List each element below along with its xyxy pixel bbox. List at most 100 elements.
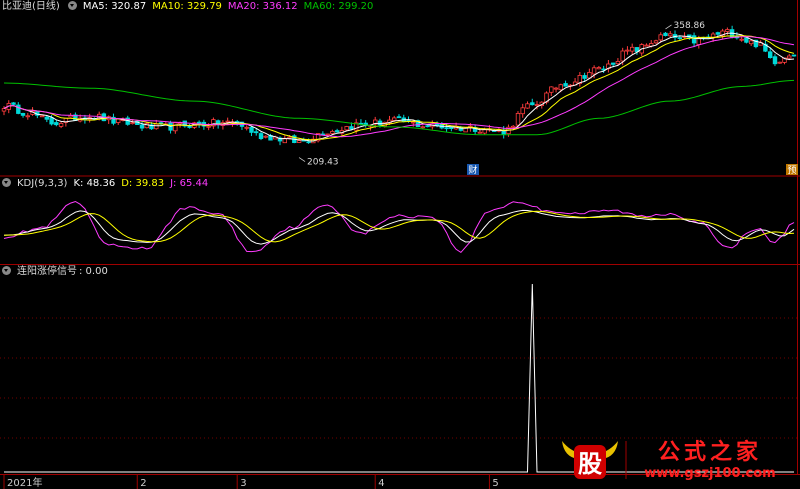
candle-body bbox=[249, 127, 254, 133]
candle-body bbox=[553, 87, 559, 90]
candle-body bbox=[696, 37, 701, 45]
candle-body bbox=[334, 130, 340, 133]
candle-body bbox=[154, 123, 159, 130]
candle-body bbox=[225, 120, 230, 123]
candle-body bbox=[591, 67, 597, 75]
candle-body bbox=[296, 140, 302, 143]
ma5-line bbox=[3, 32, 795, 142]
candle-body bbox=[44, 116, 49, 120]
j-line bbox=[3, 200, 795, 254]
collapse-icon[interactable] bbox=[2, 266, 11, 275]
candle-body bbox=[787, 55, 792, 59]
candle-body bbox=[244, 126, 249, 129]
candle-body bbox=[449, 126, 454, 130]
signal-title: 连阳涨停信号 bbox=[17, 266, 77, 277]
candle-body bbox=[253, 131, 259, 134]
candle-body bbox=[130, 122, 135, 125]
candle-body bbox=[558, 84, 563, 91]
candle-body bbox=[411, 121, 416, 124]
candle-body bbox=[444, 127, 449, 130]
x-tick-label: 2 bbox=[140, 478, 146, 489]
candle-body bbox=[11, 102, 16, 105]
kdj-title: KDJ(9,3,3) bbox=[17, 178, 68, 189]
candle-body bbox=[173, 122, 178, 132]
candle-body bbox=[596, 67, 602, 70]
x-tick-label: 2021年 bbox=[7, 476, 42, 489]
candle-body bbox=[644, 44, 649, 47]
candle-body bbox=[482, 129, 487, 134]
candle-body bbox=[206, 125, 211, 128]
candle-body bbox=[615, 61, 621, 65]
candle-body bbox=[20, 113, 26, 116]
annotation-label: 209.43 bbox=[307, 158, 339, 168]
marker-yu: 预 bbox=[787, 165, 796, 176]
d-line bbox=[3, 210, 795, 243]
d-label: D: 39.83 bbox=[121, 178, 165, 189]
candle-body bbox=[391, 117, 397, 121]
candle-body bbox=[677, 37, 682, 39]
candle-body bbox=[534, 104, 540, 106]
candle-body bbox=[396, 116, 402, 119]
signal-value: : 0.00 bbox=[79, 266, 108, 277]
candle-body bbox=[349, 126, 354, 130]
candle-body bbox=[263, 135, 268, 138]
annotation-label: 358.86 bbox=[674, 21, 706, 31]
candle-body bbox=[525, 103, 530, 109]
candle-body bbox=[791, 54, 797, 57]
marker-cai: 财 bbox=[468, 164, 477, 176]
candle-body bbox=[530, 102, 535, 106]
x-tick-label: 3 bbox=[240, 478, 246, 489]
candle-body bbox=[582, 75, 587, 79]
ma5-label: MA5: 320.87 bbox=[82, 1, 147, 12]
candle-body bbox=[772, 56, 778, 65]
ma60-line bbox=[3, 79, 795, 136]
candle-body bbox=[620, 50, 625, 62]
x-tick-label: 4 bbox=[378, 478, 384, 489]
price-title: 比亚迪(日线) bbox=[2, 1, 60, 12]
x-tick-label: 5 bbox=[492, 478, 498, 489]
candle-body bbox=[1, 108, 7, 112]
k-line bbox=[3, 209, 795, 245]
kdj-lines bbox=[3, 200, 795, 254]
candle-body bbox=[16, 104, 21, 114]
ma20-label: MA20: 336.12 bbox=[227, 1, 298, 12]
watermark-logo: 股 公式之家 www.gszj100.com bbox=[562, 439, 776, 481]
candle-body bbox=[725, 29, 730, 32]
candle-body bbox=[139, 124, 145, 129]
collapse-icon[interactable] bbox=[67, 1, 77, 10]
candle-body bbox=[715, 32, 721, 35]
candle-body bbox=[611, 62, 616, 65]
candle-body bbox=[477, 131, 483, 134]
candle-body bbox=[777, 61, 782, 64]
price-legend: 比亚迪(日线) MA5: 320.87 MA10: 329.79 MA20: 336.… bbox=[0, 0, 379, 14]
logo-url: www.gszj100.com bbox=[644, 466, 775, 481]
candle-body bbox=[658, 34, 663, 41]
candle-body bbox=[420, 126, 425, 129]
x-axis: 2021年 2 3 4 5 bbox=[3, 475, 499, 489]
event-markers: 财 预 bbox=[467, 164, 798, 176]
candle-body bbox=[768, 51, 773, 58]
signal-gridlines bbox=[0, 317, 797, 439]
candle-body bbox=[744, 37, 749, 43]
candle-body bbox=[49, 117, 54, 125]
candle-body bbox=[425, 125, 430, 128]
candle-body bbox=[691, 35, 697, 44]
logo-mark: 股 bbox=[578, 450, 602, 478]
candle-body bbox=[625, 49, 630, 52]
candle-body bbox=[258, 133, 264, 139]
annotation-arrow bbox=[298, 157, 306, 162]
candle-body bbox=[653, 40, 659, 44]
candle-body bbox=[287, 136, 292, 139]
candle-body bbox=[54, 122, 59, 126]
candle-body bbox=[58, 123, 64, 127]
chart-canvas: 209.43 358.86 2021年 2 3 4 5 财 预 bbox=[0, 0, 800, 489]
candle-body bbox=[306, 141, 311, 144]
collapse-icon[interactable] bbox=[2, 178, 11, 187]
candle-body bbox=[325, 133, 330, 136]
candle-body bbox=[549, 86, 554, 93]
candle-body bbox=[668, 33, 673, 37]
ma10-label: MA10: 329.79 bbox=[152, 1, 222, 12]
candle-body bbox=[344, 126, 349, 131]
candle-body bbox=[25, 115, 30, 118]
ma60-label: MA60: 299.20 bbox=[303, 1, 374, 12]
